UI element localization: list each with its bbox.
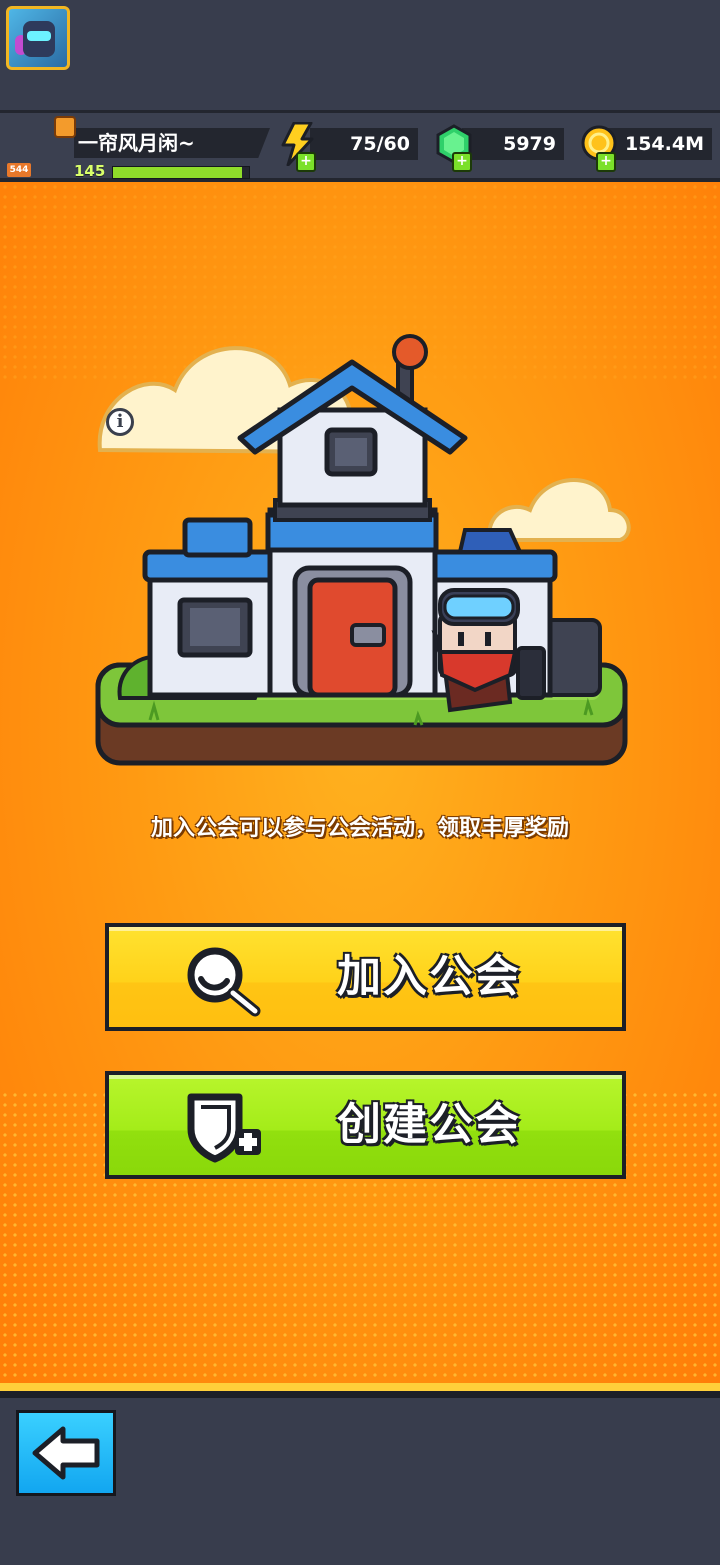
guild-info-button[interactable]: i [106, 408, 134, 436]
player-level: 145 [74, 162, 106, 180]
player-avatar[interactable] [6, 6, 70, 70]
vip-badge-icon [54, 116, 76, 138]
player-name: 一帘风月闲~ [78, 131, 195, 155]
add-energy-button[interactable]: + [296, 152, 316, 172]
panel-divider [0, 1391, 720, 1398]
avatar-level-badge: 544 [7, 163, 31, 177]
back-arrow-icon [32, 1426, 100, 1480]
gem-value: 5979 [503, 133, 556, 155]
search-icon [181, 941, 265, 1021]
add-gems-button[interactable]: + [452, 152, 472, 172]
create-guild-label: 创建公会 [337, 1099, 521, 1150]
xp-bar [112, 166, 250, 179]
join-guild-label: 加入公会 [337, 951, 521, 1002]
energy-value: 75/60 [350, 133, 410, 155]
xp-bar-fill [113, 167, 243, 178]
shield-plus-icon [181, 1089, 265, 1169]
coin-counter[interactable]: 154.4M [606, 128, 712, 160]
panel-edge [0, 1383, 720, 1391]
energy-counter[interactable]: 75/60 [310, 128, 418, 160]
gem-counter[interactable]: 5979 [462, 128, 564, 160]
coin-value: 154.4M [624, 133, 704, 155]
guild-house-illustration [95, 334, 631, 766]
guild-screen: 544 一帘风月闲~ 145 75/60 + 5979 + 154.4M + i… [0, 0, 720, 1565]
add-coins-button[interactable]: + [596, 152, 616, 172]
status-area [0, 0, 720, 110]
create-guild-button[interactable]: 创建公会 [105, 1071, 626, 1179]
guild-description: 加入公会可以参与公会活动，领取丰厚奖励 [150, 816, 569, 841]
join-guild-button[interactable]: 加入公会 [105, 923, 626, 1031]
back-button[interactable] [16, 1410, 116, 1496]
